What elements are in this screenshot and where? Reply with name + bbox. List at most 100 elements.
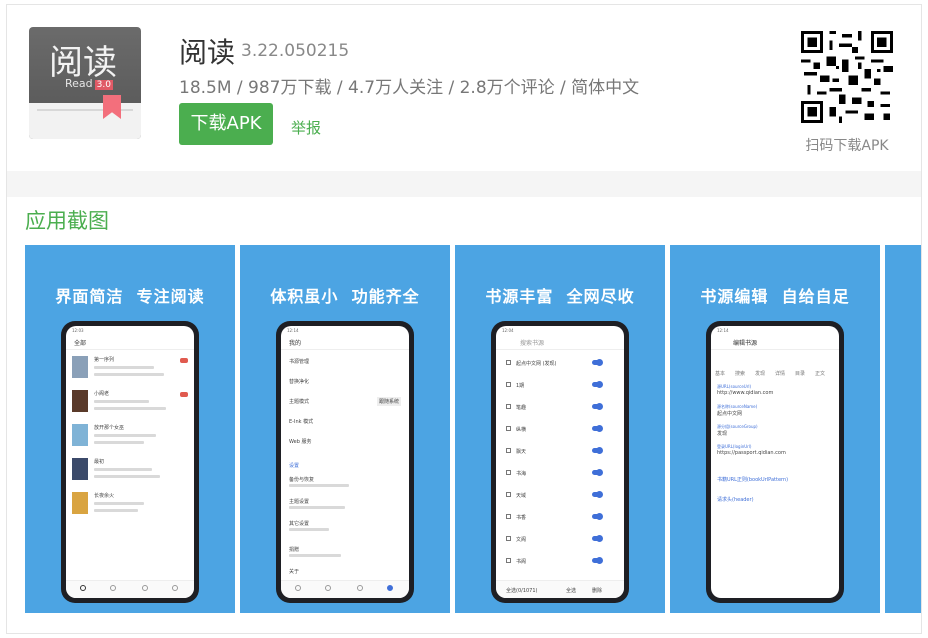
checkbox[interactable] xyxy=(506,514,511,519)
qr-label: 扫码下载APK xyxy=(805,138,889,154)
screenshot-caption: 书源编辑 自给自足 xyxy=(700,287,850,306)
menu-item[interactable]: 其它设置 xyxy=(289,520,309,527)
rss-icon[interactable] xyxy=(142,585,148,591)
menu-item[interactable]: E-Ink 模式 xyxy=(289,418,313,425)
select-all-button[interactable]: 全选 xyxy=(566,587,576,594)
bottom-action-bar: 全选(0/1071) 全选 删除 xyxy=(496,580,624,598)
menu-item[interactable]: 书源管理 xyxy=(289,358,309,365)
screenshot-5-partial[interactable] xyxy=(885,245,921,613)
text-line xyxy=(289,528,329,531)
screenshot-1[interactable]: 界面简洁 专注阅读 12:03 全部 第一序列 小阁老 放开那个女巫 最初 长夜… xyxy=(25,245,235,613)
tab-discover[interactable]: 发现 xyxy=(755,370,765,377)
source-toggle[interactable] xyxy=(592,557,603,564)
source-toggle[interactable] xyxy=(592,403,603,410)
text-line xyxy=(94,509,138,512)
search-bar[interactable]: 搜索书源 xyxy=(496,334,624,350)
screen-title: 我的 xyxy=(281,334,409,350)
book-cover xyxy=(72,356,88,378)
checkbox[interactable] xyxy=(506,448,511,453)
menu-item[interactable]: 主题设置 xyxy=(289,498,309,505)
text-line xyxy=(94,366,154,369)
text-line xyxy=(94,475,160,478)
rss-icon[interactable] xyxy=(357,585,363,591)
bottom-nav xyxy=(66,580,194,598)
source-toggle[interactable] xyxy=(592,425,603,432)
tab-content[interactable]: 正文 xyxy=(815,370,825,377)
source-name: 文阁 xyxy=(516,537,527,543)
checkbox[interactable] xyxy=(506,426,511,431)
search-placeholder: 搜索书源 xyxy=(520,340,545,347)
text-line xyxy=(94,434,156,437)
source-toggle[interactable] xyxy=(592,535,603,542)
field-value[interactable]: 发现 xyxy=(717,430,727,437)
report-link[interactable]: 举报 xyxy=(291,117,321,138)
tab-search[interactable]: 搜索 xyxy=(735,370,745,377)
source-toggle[interactable] xyxy=(592,513,603,520)
app-version: 3.22.050215 xyxy=(241,41,350,61)
menu-item[interactable]: 主题模式 xyxy=(289,398,309,405)
source-toggle[interactable] xyxy=(592,491,603,498)
field-value[interactable]: 起点中文网 xyxy=(717,410,742,417)
discover-icon[interactable] xyxy=(325,585,331,591)
download-apk-button[interactable]: 下载APK xyxy=(179,103,273,145)
field-value[interactable]: 书籍URL正则(bookUrlPattern) xyxy=(717,476,788,483)
book-cover xyxy=(72,390,88,412)
menu-item[interactable]: 备份与恢复 xyxy=(289,476,314,483)
tab-basic[interactable]: 基本 xyxy=(715,370,725,377)
checkbox[interactable] xyxy=(506,360,511,365)
source-name: 天域 xyxy=(516,493,527,499)
bookshelf-icon[interactable] xyxy=(295,585,301,591)
phone-frame: 12:14 我的 书源管理 替换净化 主题模式 跟随系统 E-Ink 模式 We… xyxy=(276,321,414,603)
phone-screen: 12:03 全部 第一序列 小阁老 放开那个女巫 最初 长夜余火 xyxy=(66,326,194,598)
text-line xyxy=(289,554,341,557)
checkbox[interactable] xyxy=(506,382,511,387)
source-name: 纵横 xyxy=(516,427,527,433)
field-value[interactable]: http://www.qidian.com xyxy=(717,390,773,396)
book-pages-icon xyxy=(29,103,141,139)
phone-screen: 12:14 我的 书源管理 替换净化 主题模式 跟随系统 E-Ink 模式 We… xyxy=(281,326,409,598)
checkbox[interactable] xyxy=(506,492,511,497)
checkbox[interactable] xyxy=(506,470,511,475)
profile-icon[interactable] xyxy=(387,585,393,591)
book-title: 小阁老 xyxy=(94,391,110,397)
checkbox[interactable] xyxy=(506,404,511,409)
app-download-card: 阅读 Read 3.0 阅读 3.22.050215 18.5M / 987万下载… xyxy=(6,4,922,634)
phone-frame: 12:03 全部 第一序列 小阁老 放开那个女巫 最初 长夜余火 xyxy=(61,321,199,603)
menu-item[interactable]: 捐赠 xyxy=(289,546,299,553)
field-value[interactable]: 请求头(header) xyxy=(717,496,754,503)
menu-item[interactable]: 关于 xyxy=(289,568,299,575)
text-line xyxy=(289,506,345,509)
screenshot-gallery[interactable]: 界面简洁 专注阅读 12:03 全部 第一序列 小阁老 放开那个女巫 最初 长夜… xyxy=(25,245,921,613)
book-cover xyxy=(72,492,88,514)
tab-toc[interactable]: 目录 xyxy=(795,370,805,377)
unread-badge xyxy=(180,358,188,363)
text-line xyxy=(94,502,144,505)
checkbox[interactable] xyxy=(506,558,511,563)
tab-detail[interactable]: 详情 xyxy=(775,370,785,377)
field-value[interactable]: https://passport.qidian.com xyxy=(717,450,786,456)
source-name: 书海 xyxy=(516,471,527,477)
screenshot-3[interactable]: 书源丰富 全网尽收 12:04 搜索书源 起点中文网 (发现) 1期 笔趣 纵横… xyxy=(455,245,665,613)
menu-item[interactable]: 替换净化 xyxy=(289,378,309,385)
theme-mode-button[interactable]: 跟随系统 xyxy=(377,397,402,406)
app-icon-sub: Read 3.0 xyxy=(65,77,113,90)
screenshot-2[interactable]: 体积虽小 功能齐全 12:14 我的 书源管理 替换净化 主题模式 跟随系统 E… xyxy=(240,245,450,613)
section-title: 应用截图 xyxy=(25,209,109,233)
text-line xyxy=(94,468,152,471)
source-name: 书阁 xyxy=(516,559,527,565)
bottom-nav xyxy=(281,580,409,598)
source-toggle[interactable] xyxy=(592,447,603,454)
bookshelf-icon[interactable] xyxy=(80,585,86,591)
checkbox[interactable] xyxy=(506,536,511,541)
source-toggle[interactable] xyxy=(592,359,603,366)
select-all-count[interactable]: 全选(0/1071) xyxy=(506,587,538,594)
screenshot-4[interactable]: 书源编辑 自给自足 12:14 编辑书源 基本 搜索 发现 详情 目录 正文 源… xyxy=(670,245,880,613)
delete-button[interactable]: 删除 xyxy=(592,587,602,594)
discover-icon[interactable] xyxy=(110,585,116,591)
book-title: 最初 xyxy=(94,459,105,465)
menu-item[interactable]: Web 服务 xyxy=(289,438,312,445)
screen-title: 编辑书源 xyxy=(711,334,839,350)
profile-icon[interactable] xyxy=(172,585,178,591)
source-toggle[interactable] xyxy=(592,381,603,388)
source-toggle[interactable] xyxy=(592,469,603,476)
